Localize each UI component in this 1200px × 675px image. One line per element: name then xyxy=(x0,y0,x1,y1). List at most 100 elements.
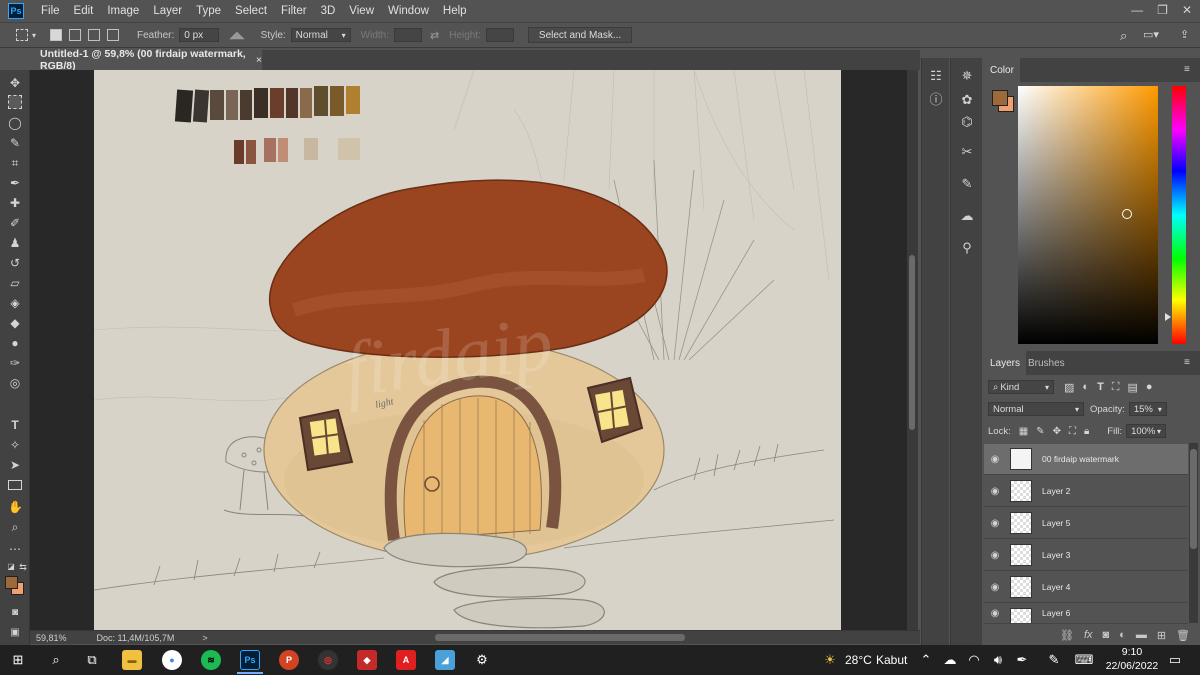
select-and-mask-button[interactable]: Select and Mask... xyxy=(527,27,633,43)
share-icon[interactable]: ⇪ xyxy=(1180,28,1189,41)
tool-presets-icon[interactable]: ✂ xyxy=(959,144,975,160)
app-icon-blue[interactable]: ◢ xyxy=(435,650,455,670)
minimize-icon[interactable]: — xyxy=(1131,3,1143,17)
menu-file[interactable]: File xyxy=(34,5,67,17)
layer-name[interactable]: Layer 4 xyxy=(1042,582,1070,592)
app-icon-red[interactable]: ◆ xyxy=(357,650,377,670)
lasso-tool-icon[interactable]: ◯ xyxy=(8,116,22,130)
settings-gear-icon[interactable]: ⚙ xyxy=(472,650,492,670)
dodge-tool-icon[interactable]: ● xyxy=(8,336,22,350)
marquee-tool-icon[interactable] xyxy=(8,95,22,109)
layer-name[interactable]: 00 firdaip watermark xyxy=(1042,454,1119,464)
visibility-eye-icon[interactable]: ◉ xyxy=(984,518,1006,529)
layer-name[interactable]: Layer 2 xyxy=(1042,486,1070,496)
artwork-canvas[interactable]: light firdaip xyxy=(94,70,841,630)
chevron-down-icon[interactable]: ▾ xyxy=(32,31,36,40)
layer-style-icon[interactable]: fx xyxy=(1084,629,1093,641)
blend-mode-select[interactable]: Normal ▾ xyxy=(988,402,1084,416)
delete-layer-icon[interactable]: 🗑︎ xyxy=(1176,629,1190,642)
subtract-selection-icon[interactable] xyxy=(88,29,101,41)
layer-row[interactable]: ◉ 00 firdaip watermark xyxy=(984,444,1188,475)
visibility-eye-icon[interactable]: ◉ xyxy=(984,608,1006,619)
new-selection-icon[interactable] xyxy=(50,29,63,41)
history-brush-tool-icon[interactable]: ↺ xyxy=(8,256,22,270)
document-tab[interactable]: Untitled-1 @ 59,8% (00 firdaip watermark… xyxy=(30,48,262,72)
brush-settings-icon[interactable]: ✎ xyxy=(959,176,975,192)
visibility-eye-icon[interactable]: ◉ xyxy=(984,454,1006,465)
screen-mode-icon[interactable]: ▣ xyxy=(8,626,22,640)
menu-image[interactable]: Image xyxy=(100,5,146,17)
type-tool-icon[interactable]: T xyxy=(8,418,22,432)
zoom-level[interactable]: 59,81% xyxy=(36,633,67,643)
libraries-icon[interactable]: ☁ xyxy=(959,208,975,224)
filter-adjustment-icon[interactable]: ◐ xyxy=(1082,381,1089,393)
info-icon[interactable]: ⓘ xyxy=(928,92,944,108)
height-input[interactable] xyxy=(485,28,514,42)
filter-shape-icon[interactable]: ⛶ xyxy=(1112,381,1120,394)
clock-time[interactable]: 9:10 xyxy=(1112,646,1152,658)
direct-select-tool-icon[interactable]: ➤ xyxy=(8,458,22,472)
paint-bucket-tool-icon[interactable]: ◈ xyxy=(8,296,22,310)
layers-scroll-thumb[interactable] xyxy=(1190,449,1197,549)
more-tools-icon[interactable]: ⋯ xyxy=(8,542,22,556)
layer-name[interactable]: Layer 6 xyxy=(1042,608,1070,618)
lock-image-icon[interactable]: ✎ xyxy=(1036,426,1044,437)
tab-color[interactable]: Color xyxy=(984,58,1020,82)
spotify-icon[interactable]: ≋ xyxy=(201,650,221,670)
menu-select[interactable]: Select xyxy=(228,5,274,17)
panel-menu-icon[interactable]: ≡ xyxy=(1184,357,1190,368)
layer-row[interactable]: ◉ Layer 2 xyxy=(984,476,1188,507)
menu-help[interactable]: Help xyxy=(436,5,474,17)
task-view-icon[interactable]: ⧉ xyxy=(82,650,102,670)
saturation-value-field[interactable] xyxy=(1018,86,1158,344)
search-icon[interactable]: ⌕ xyxy=(1120,28,1127,44)
canvas-area[interactable]: light firdaip xyxy=(30,70,907,630)
hue-slider-handle[interactable] xyxy=(1165,313,1171,321)
layer-name[interactable]: Layer 5 xyxy=(1042,518,1070,528)
photoshop-taskbar-icon[interactable]: Ps xyxy=(240,650,260,670)
style-select[interactable]: Normal ▾ xyxy=(290,28,351,42)
add-mask-icon[interactable]: ◙ xyxy=(1103,629,1110,641)
layer-row[interactable]: ◉ Layer 6 xyxy=(984,604,1188,624)
status-menu-arrow[interactable]: > xyxy=(202,633,207,643)
history-icon[interactable]: ☷ xyxy=(928,68,944,84)
pen-tool-icon[interactable]: ✑ xyxy=(8,356,22,370)
chrome-icon[interactable]: ● xyxy=(162,650,182,670)
search-icon[interactable]: ⌕ xyxy=(46,650,66,670)
crop-tool-icon[interactable]: ⌗ xyxy=(8,156,22,170)
clone-source-icon[interactable]: ⚲ xyxy=(959,240,975,256)
menu-window[interactable]: Window xyxy=(381,5,436,17)
clock-date[interactable]: 22/06/2022 xyxy=(1104,660,1160,672)
pen-workspace-icon[interactable]: ✎ xyxy=(1044,650,1064,670)
layer-row[interactable]: ◉ Layer 4 xyxy=(984,572,1188,603)
intersect-selection-icon[interactable] xyxy=(107,29,120,41)
visibility-eye-icon[interactable]: ◉ xyxy=(984,486,1006,497)
tab-layers[interactable]: Layers xyxy=(984,351,1027,375)
add-selection-icon[interactable] xyxy=(69,29,82,41)
healing-brush-tool-icon[interactable]: ✚ xyxy=(8,196,22,210)
menu-layer[interactable]: Layer xyxy=(146,5,189,17)
davinci-icon[interactable]: ◎ xyxy=(318,650,338,670)
tab-brushes[interactable]: Brushes xyxy=(1022,351,1071,375)
new-group-icon[interactable]: ▬ xyxy=(1136,629,1147,641)
menu-edit[interactable]: Edit xyxy=(67,5,101,17)
eyedropper-tool-icon[interactable]: ✒ xyxy=(8,176,22,190)
restore-icon[interactable]: ❐ xyxy=(1157,3,1168,17)
marquee-preset-icon[interactable] xyxy=(16,29,28,41)
close-icon[interactable]: ✕ xyxy=(1182,3,1192,17)
lock-artboard-icon[interactable]: ⛶ xyxy=(1069,426,1076,437)
menu-view[interactable]: View xyxy=(342,5,381,17)
canvas-vertical-scroll-thumb[interactable] xyxy=(909,255,915,430)
canvas-vertical-scrollbar[interactable] xyxy=(907,70,918,630)
filter-smart-object-icon[interactable]: ▤ xyxy=(1128,381,1138,394)
sponge-tool-icon[interactable]: ◎ xyxy=(8,376,22,390)
notification-icon[interactable]: ▭ xyxy=(1165,650,1185,670)
link-layers-icon[interactable]: ⛓ xyxy=(1060,629,1074,642)
quick-mask-icon[interactable]: ◙ xyxy=(8,606,22,620)
eraser-tool-icon[interactable]: ▱ xyxy=(8,276,22,290)
pen-icon[interactable]: ✒ xyxy=(1012,650,1032,670)
clone-stamp-tool-icon[interactable]: ♟ xyxy=(8,236,22,250)
quick-select-tool-icon[interactable]: ✎ xyxy=(8,136,22,150)
layer-filter-select[interactable]: ⌕ Kind ▾ xyxy=(988,380,1054,394)
layers-scrollbar[interactable] xyxy=(1189,443,1198,623)
